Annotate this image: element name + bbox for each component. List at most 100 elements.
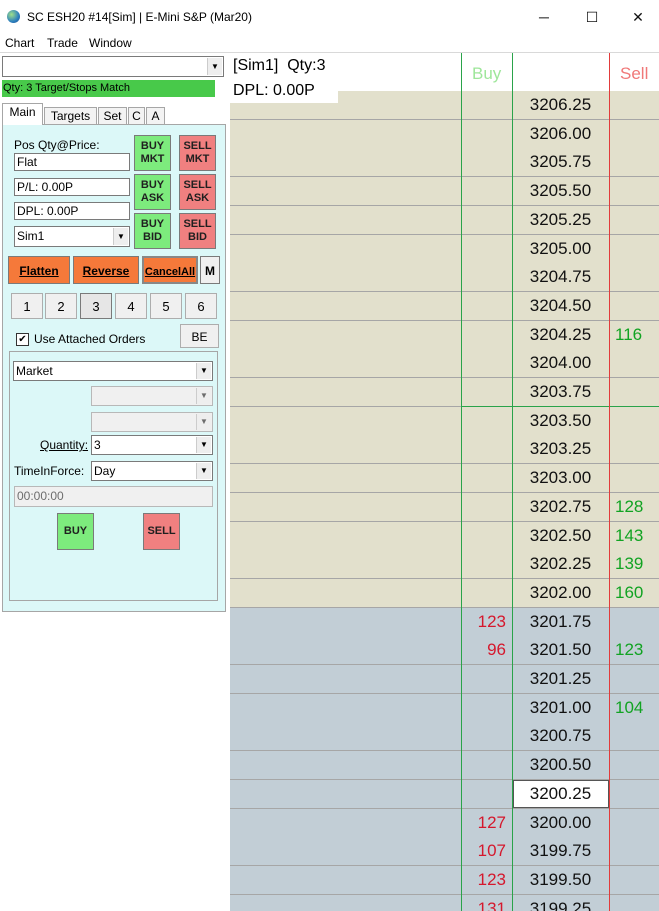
bid-size[interactable]	[460, 177, 506, 205]
ask-size[interactable]	[615, 722, 655, 750]
ask-size[interactable]	[615, 809, 655, 837]
ask-size[interactable]	[615, 780, 655, 808]
ask-size[interactable]	[615, 751, 655, 779]
ask-size[interactable]	[615, 407, 655, 435]
chevron-down-icon[interactable]: ▼	[196, 463, 211, 479]
tab-c[interactable]: C	[128, 107, 145, 124]
cancel-all-button[interactable]: CancelAll	[142, 256, 198, 284]
tab-main[interactable]: Main	[2, 103, 43, 125]
ask-size[interactable]	[615, 608, 655, 636]
qty-preset-6[interactable]: 6	[185, 293, 217, 319]
ask-size[interactable]	[615, 263, 655, 291]
ladder-row[interactable]: 3203.00	[230, 464, 659, 494]
bid-size[interactable]	[460, 550, 506, 578]
sell-market-button[interactable]: SELL MKT	[179, 135, 216, 171]
buy-bid-button[interactable]: BUY BID	[134, 213, 171, 249]
bid-size[interactable]	[460, 407, 506, 435]
bid-size[interactable]	[460, 694, 506, 722]
sell-ask-button[interactable]: SELL ASK	[179, 174, 216, 210]
bid-size[interactable]: 123	[460, 866, 506, 894]
ask-size[interactable]	[615, 349, 655, 377]
ask-size[interactable]	[615, 120, 655, 148]
ladder-row[interactable]: 3200.50	[230, 751, 659, 781]
ladder-row[interactable]: 3202.25 139	[230, 550, 659, 580]
be-button[interactable]: BE	[180, 324, 219, 348]
qty-preset-1[interactable]: 1	[11, 293, 43, 319]
ladder-row[interactable]: 3200.75	[230, 722, 659, 752]
ladder-row[interactable]: 3201.00 104	[230, 693, 659, 723]
sell-button[interactable]: SELL	[143, 513, 180, 550]
ladder-row[interactable]: 3204.25 116	[230, 320, 659, 350]
ladder-row[interactable]: 3204.75	[230, 263, 659, 293]
qty-preset-4[interactable]: 4	[115, 293, 147, 319]
ladder-row[interactable]: 3205.25	[230, 205, 659, 235]
ask-size[interactable]	[615, 148, 655, 176]
chevron-down-icon[interactable]: ▼	[207, 58, 222, 75]
quantity-select[interactable]: 3 ▼	[91, 435, 213, 455]
bid-size[interactable]	[460, 579, 506, 607]
bid-size[interactable]	[460, 292, 506, 320]
bid-size[interactable]: 131	[460, 895, 506, 911]
ladder-row[interactable]: 123 3199.50	[230, 865, 659, 895]
bid-size[interactable]	[460, 493, 506, 521]
buy-market-button[interactable]: BUY MKT	[134, 135, 171, 171]
trade-combo[interactable]: ▼	[2, 56, 224, 77]
ladder-row[interactable]: 3204.00	[230, 349, 659, 379]
ladder-row[interactable]: 3203.25	[230, 435, 659, 465]
tab-a[interactable]: A	[146, 107, 165, 124]
bid-size[interactable]	[460, 522, 506, 550]
ask-size[interactable]	[615, 435, 655, 463]
bid-size[interactable]: 107	[460, 837, 506, 865]
reverse-button[interactable]: Reverse	[73, 256, 139, 284]
menu-chart[interactable]: Chart	[5, 36, 34, 50]
ladder-row[interactable]: 3205.75	[230, 148, 659, 178]
chevron-down-icon[interactable]: ▼	[113, 228, 128, 245]
order-type-select[interactable]: Market ▼	[13, 361, 213, 381]
ask-size[interactable]	[615, 235, 655, 263]
time-field[interactable]: 00:00:00	[14, 486, 213, 507]
ladder-row[interactable]: 3205.00	[230, 234, 659, 264]
ask-size[interactable]	[615, 378, 655, 406]
ladder-row[interactable]: 3200.25	[230, 779, 659, 809]
menu-trade[interactable]: Trade	[47, 36, 78, 50]
ask-size[interactable]	[615, 866, 655, 894]
ladder-row[interactable]: 3203.75	[230, 378, 659, 407]
chevron-down-icon[interactable]: ▼	[196, 363, 211, 379]
close-button[interactable]: ✕	[615, 4, 659, 30]
tab-set[interactable]: Set	[98, 107, 127, 124]
ask-size[interactable]	[615, 665, 655, 693]
bid-size[interactable]	[460, 148, 506, 176]
bid-size[interactable]	[460, 665, 506, 693]
maximize-button[interactable]: ☐	[569, 4, 615, 30]
flatten-button[interactable]: Flatten	[8, 256, 70, 284]
buy-button[interactable]: BUY	[57, 513, 94, 550]
bid-size[interactable]	[460, 464, 506, 492]
ladder-row[interactable]: 3202.50 143	[230, 521, 659, 551]
minimize-button[interactable]: ─	[521, 4, 567, 30]
ask-size[interactable]: 104	[615, 694, 655, 722]
sell-bid-button[interactable]: SELL BID	[179, 213, 216, 249]
price-ladder[interactable]: 3206.25 3206.00 3205.75 3205.50 3205.25 3205.…	[230, 53, 659, 911]
chevron-down-icon[interactable]: ▼	[196, 437, 211, 453]
buy-ask-button[interactable]: BUY ASK	[134, 174, 171, 210]
bid-size[interactable]	[460, 435, 506, 463]
bid-size[interactable]	[460, 91, 506, 119]
ask-size[interactable]	[615, 464, 655, 492]
ladder-row[interactable]: 3206.00	[230, 119, 659, 149]
bid-size[interactable]	[460, 235, 506, 263]
bid-size[interactable]: 127	[460, 809, 506, 837]
bid-size[interactable]	[460, 751, 506, 779]
ask-size[interactable]: 123	[615, 636, 655, 664]
bid-size[interactable]	[460, 378, 506, 406]
price1-select[interactable]: ▼	[91, 386, 213, 406]
ask-size[interactable]: 139	[615, 550, 655, 578]
bid-size[interactable]	[460, 263, 506, 291]
ladder-row[interactable]: 123 3201.75	[230, 607, 659, 637]
qty-preset-3[interactable]: 3	[80, 293, 112, 319]
m-button[interactable]: M	[200, 256, 220, 284]
bid-size[interactable]	[460, 206, 506, 234]
account-select[interactable]: Sim1 ▼	[14, 226, 130, 247]
ladder-row[interactable]: 131 3199.25	[230, 894, 659, 911]
ask-size[interactable]: 143	[615, 522, 655, 550]
bid-size[interactable]: 123	[460, 608, 506, 636]
